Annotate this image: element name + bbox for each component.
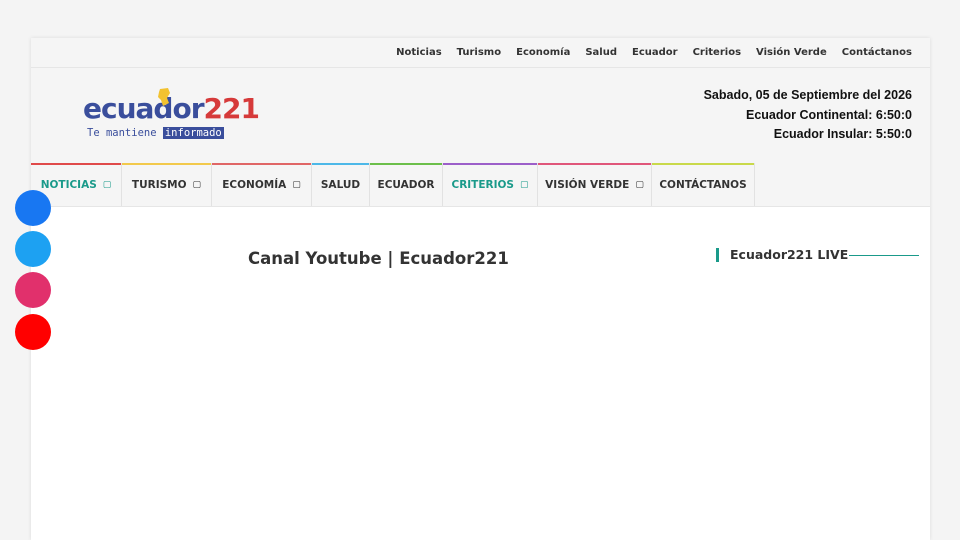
dropdown-caret-icon: ▢ [192,179,202,190]
top-bar: Noticias Turismo Economía Salud Ecuador … [31,38,930,68]
dropdown-caret-icon: ▢ [102,179,112,190]
nav-label: CRITERIOS [451,178,514,191]
facebook-icon[interactable] [15,190,51,226]
site-logo[interactable]: ecuador221 Te mantiene informado [83,88,260,142]
top-link-noticias[interactable]: Noticias [396,47,442,58]
widget-title: Ecuador221 LIVE [730,247,849,262]
nav-item-salud[interactable]: SALUD [312,163,370,206]
widget-accent-mark [716,248,719,262]
nav-label: ECUADOR [377,178,435,191]
nav-label: CONTÁCTANOS [659,178,747,191]
nav-label: TURISMO [131,178,187,191]
widget-divider [849,255,919,256]
dropdown-caret-icon: ▢ [520,179,529,190]
nav-color-bar [443,163,537,165]
time-insular: Ecuador Insular: 5:50:0 [773,127,912,141]
top-link-criterios[interactable]: Criterios [693,47,741,58]
current-date: Sabado, 05 de Septiembre del 2026 [703,88,912,102]
nav-label: VISIÓN VERDE [545,178,630,191]
nav-color-bar [212,163,311,165]
nav-item-ecuador[interactable]: ECUADOR [370,163,443,206]
site-header: ecuador221 Te mantiene informado Sabado,… [31,68,930,163]
nav-color-bar [370,163,442,165]
nav-color-bar [652,163,754,165]
nav-item-criterios[interactable]: CRITERIOS ▢ [443,163,538,206]
nav-item-contactanos[interactable]: CONTÁCTANOS [652,163,755,206]
main-nav: NOTICIAS ▢ TURISMO ▢ ECONOMÍA ▢ SALUD ECUAD… [31,163,930,207]
nav-color-bar [31,163,121,165]
top-link-economia[interactable]: Economía [516,47,570,58]
dropdown-caret-icon: ▢ [635,179,644,190]
top-link-turismo[interactable]: Turismo [457,47,501,58]
logo-tagline-highlight: informado [162,127,224,139]
nav-label: SALUD [320,178,361,191]
top-link-vision-verde[interactable]: Visión Verde [756,47,827,58]
nav-color-bar [312,163,369,165]
ecuador-map-icon [158,88,170,106]
dropdown-caret-icon: ▢ [292,179,301,190]
instagram-icon[interactable] [15,272,51,308]
nav-item-vision-verde[interactable]: VISIÓN VERDE ▢ [538,163,652,206]
twitter-icon[interactable] [15,231,51,267]
top-link-salud[interactable]: Salud [585,47,617,58]
top-link-ecuador[interactable]: Ecuador [632,47,678,58]
logo-word-221: 221 [203,92,260,125]
page-container: Noticias Turismo Economía Salud Ecuador … [31,38,930,540]
page-title: Canal Youtube | Ecuador221 [248,249,509,268]
nav-color-bar [122,163,211,165]
nav-item-turismo[interactable]: TURISMO ▢ [122,163,212,206]
nav-label: NOTICIAS [40,178,97,191]
nav-label: ECONOMÍA [222,178,287,191]
time-continental: Ecuador Continental: 6:50:0 [746,107,912,122]
nav-color-bar [538,163,651,165]
nav-item-economia[interactable]: ECONOMÍA ▢ [212,163,312,206]
youtube-icon[interactable] [15,314,51,350]
live-widget-header: Ecuador221 LIVE [716,246,919,264]
datetime-panel: Sabado, 05 de Septiembre del 2026 Ecuado… [704,86,912,145]
top-link-contactanos[interactable]: Contáctanos [842,47,912,58]
logo-tagline: Te mantiene informado [87,127,224,139]
logo-tagline-text: Te mantiene [87,127,163,139]
logo-word-ecuador: ecuador [83,92,205,125]
